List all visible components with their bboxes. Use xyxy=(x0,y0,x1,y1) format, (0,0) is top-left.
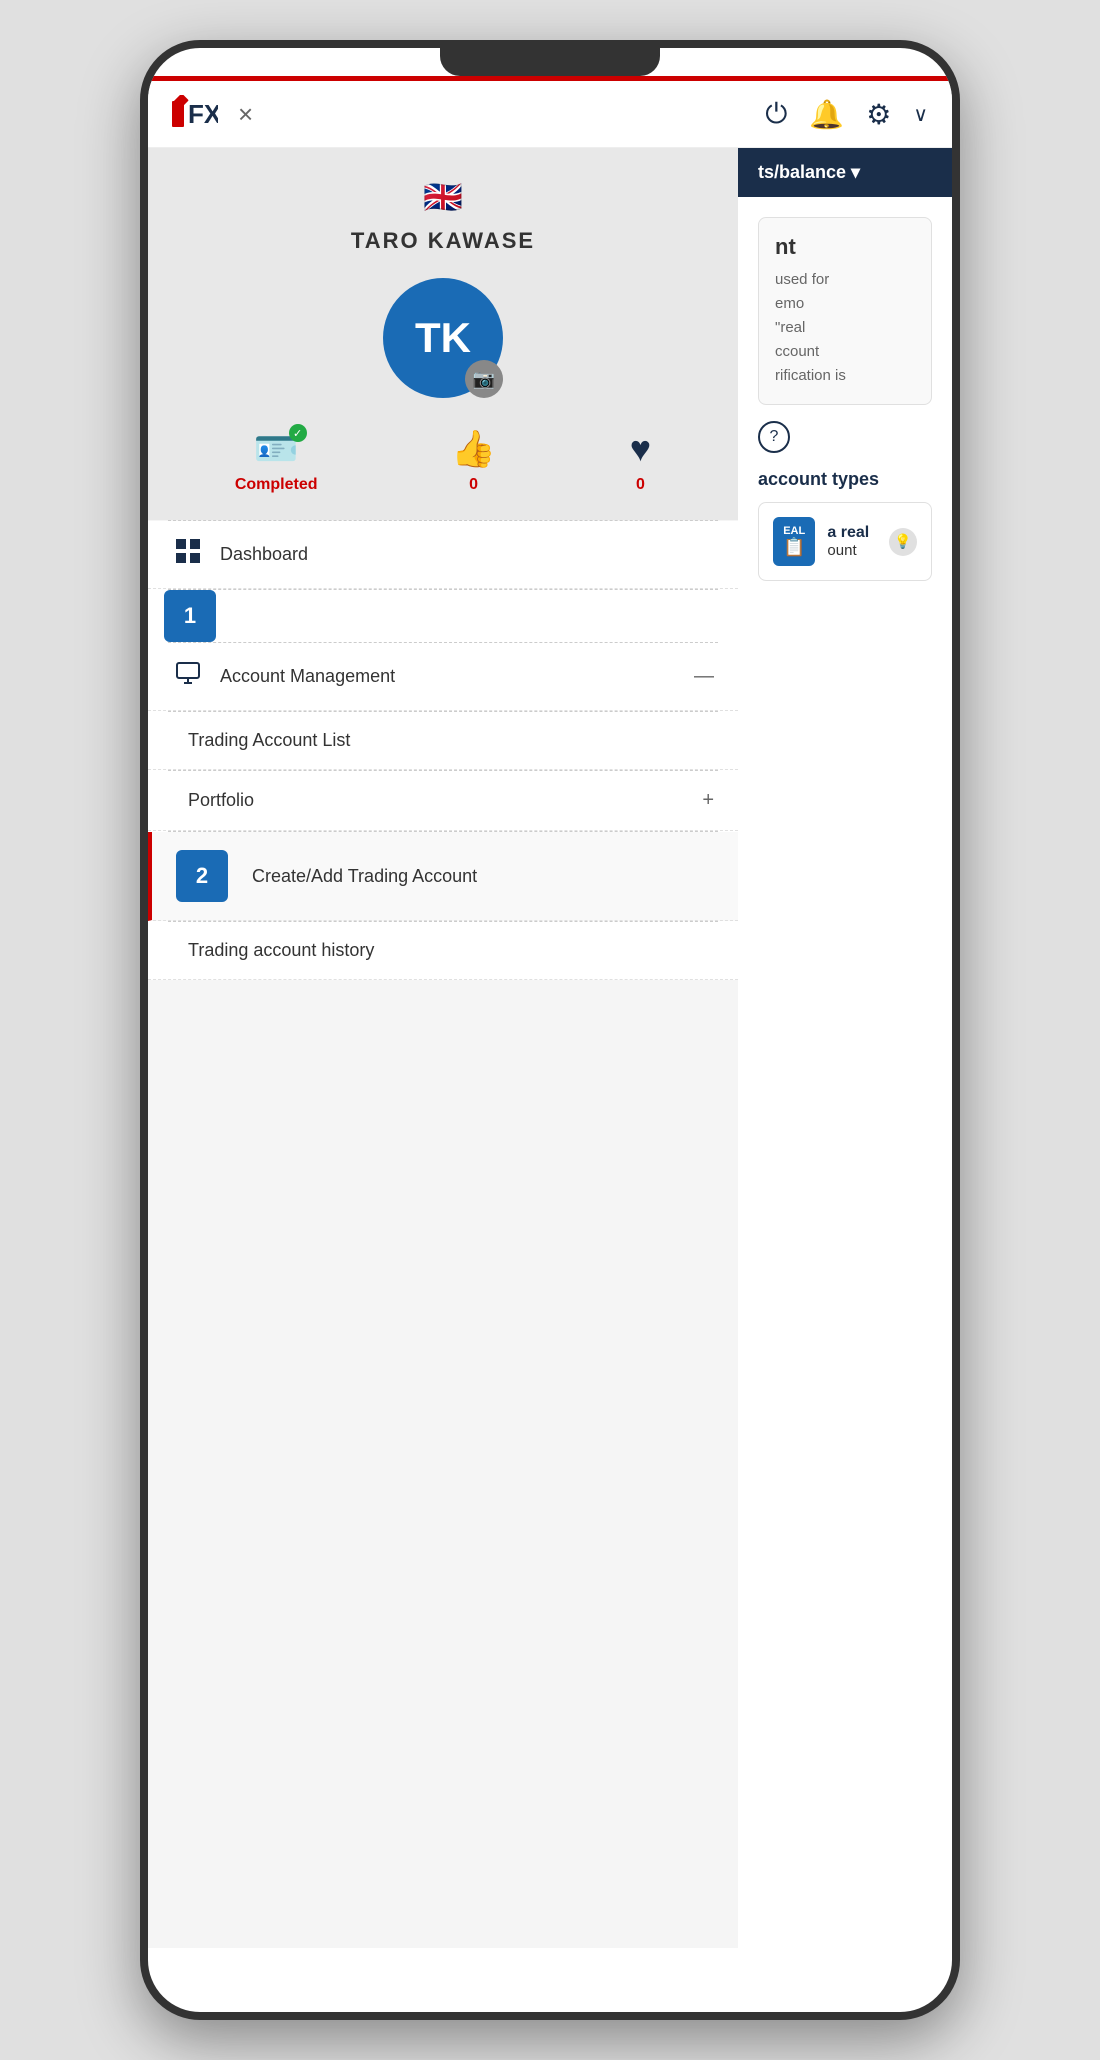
account-badge: EAL 📋 xyxy=(773,517,815,566)
card-description: used foremo"realccountrification is xyxy=(775,268,915,388)
sidebar-drawer: 🇬🇧 TARO KAWASE TK 📷 🪪 ✓ xyxy=(148,148,738,1948)
plus-icon: + xyxy=(702,789,714,812)
collapse-icon: — xyxy=(694,665,714,688)
logo: FXON xyxy=(172,95,218,133)
phone-frame: FXON × ⏻ 🔔 ⚙ ∨ 🇬🇧 TARO KAWASE TK xyxy=(140,40,960,2020)
dashboard-label: Dashboard xyxy=(220,544,714,565)
nav-badge-1: 1 xyxy=(164,590,216,642)
trading-history-label: Trading account history xyxy=(188,940,714,961)
heart-icon: ♥ xyxy=(630,428,651,470)
grid-icon xyxy=(172,539,204,570)
nav-badge-2: 2 xyxy=(176,850,228,902)
account-card-text: a real ount xyxy=(827,524,869,559)
sidebar-item-trading-history[interactable]: Trading account history xyxy=(148,922,738,980)
avatar-container: TK 📷 xyxy=(383,278,503,398)
account-card: EAL 📋 a real ount 💡 xyxy=(758,502,932,581)
chevron-down-icon[interactable]: ∨ xyxy=(913,102,928,127)
power-icon[interactable]: ⏻ xyxy=(765,98,787,131)
nav-section: Dashboard 1 Account Management — xyxy=(148,521,738,980)
profile-section: 🇬🇧 TARO KAWASE TK 📷 🪪 ✓ xyxy=(148,148,738,520)
account-types-section: account types EAL 📋 a real ount 💡 xyxy=(758,469,932,581)
portfolio-label: Portfolio xyxy=(188,790,686,811)
right-panel: ts/balance ▾ nt used foremo"realccountri… xyxy=(738,148,952,1948)
card-title: nt xyxy=(775,234,915,260)
create-trading-label: Create/Add Trading Account xyxy=(252,866,714,887)
account-management-label: Account Management xyxy=(220,666,678,687)
heart-value: 0 xyxy=(636,476,645,494)
stat-heart: ♥ 0 xyxy=(630,428,651,494)
gear-icon[interactable]: ⚙ xyxy=(866,98,891,131)
flag-icon: 🇬🇧 xyxy=(423,178,463,216)
content-card: nt used foremo"realccountrification is xyxy=(758,217,932,405)
camera-button[interactable]: 📷 xyxy=(465,360,503,398)
username-label: TARO KAWASE xyxy=(351,228,535,254)
help-icon[interactable]: ? xyxy=(758,421,790,453)
sidebar-item-account-management[interactable]: Account Management — xyxy=(148,643,738,711)
check-badge: ✓ xyxy=(289,424,307,442)
phone-notch xyxy=(440,48,660,76)
logo-icon: FXON xyxy=(172,95,218,133)
stats-row: 🪪 ✓ Completed 👍 0 ♥ 0 xyxy=(168,418,718,500)
sidebar-item-portfolio[interactable]: Portfolio + xyxy=(148,771,738,831)
thumbsup-icon: 👍 xyxy=(451,428,496,470)
sidebar-item-trading-account-list[interactable]: Trading Account List xyxy=(148,712,738,770)
header-right: ⏻ 🔔 ⚙ ∨ xyxy=(765,98,928,131)
right-panel-header[interactable]: ts/balance ▾ xyxy=(738,148,952,197)
stat-completed: 🪪 ✓ Completed xyxy=(235,428,318,494)
account-real-label: a real xyxy=(827,524,869,542)
completed-label: Completed xyxy=(235,476,318,494)
header-left: FXON × xyxy=(172,95,253,133)
main-content: 🇬🇧 TARO KAWASE TK 📷 🪪 ✓ xyxy=(148,148,952,1948)
badge-1-row: 1 xyxy=(148,590,738,642)
account-ount-label: ount xyxy=(827,542,856,559)
sidebar-item-create-trading[interactable]: 2 Create/Add Trading Account xyxy=(148,832,738,921)
sidebar-item-dashboard[interactable]: Dashboard xyxy=(148,521,738,589)
right-panel-title: ts/balance ▾ xyxy=(758,162,860,183)
bell-icon[interactable]: 🔔 xyxy=(809,98,844,131)
light-icon: 💡 xyxy=(889,528,917,556)
monitor-icon xyxy=(172,661,204,692)
trading-account-list-label: Trading Account List xyxy=(188,730,714,751)
avatar-initials: TK xyxy=(415,314,471,362)
camera-icon: 📷 xyxy=(473,369,495,390)
svg-text:FXON: FXON xyxy=(188,99,218,129)
close-button[interactable]: × xyxy=(238,99,253,130)
thumbsup-value: 0 xyxy=(469,476,478,494)
account-types-label: account types xyxy=(758,469,932,490)
stat-thumbsup: 👍 0 xyxy=(451,428,496,494)
app-header: FXON × ⏻ 🔔 ⚙ ∨ xyxy=(148,81,952,148)
